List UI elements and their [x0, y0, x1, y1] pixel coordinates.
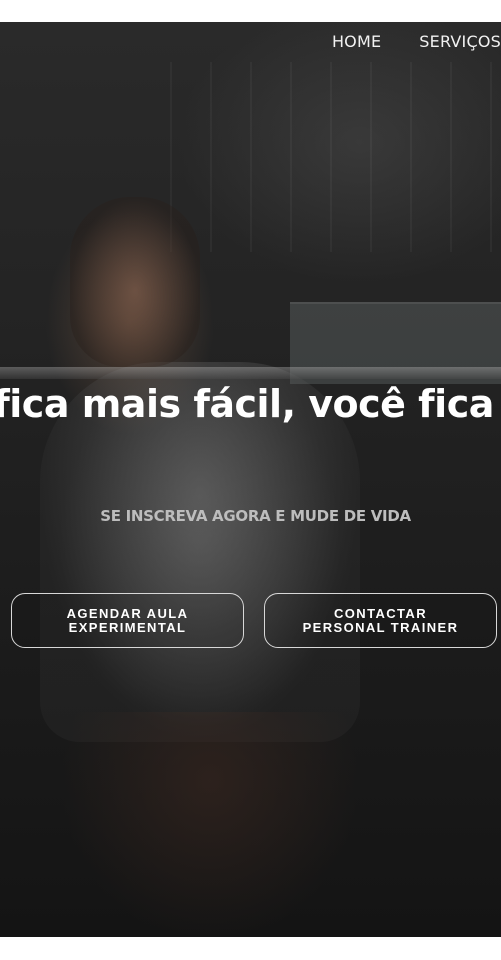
- hero-section: HOME SERVIÇOS ar não fica mais fácil, vo…: [0, 22, 501, 937]
- hero-background-athlete-head: [70, 197, 200, 367]
- hero-headline: ar não fica mais fácil, você fica melhor: [0, 382, 501, 426]
- main-nav: HOME SERVIÇOS: [332, 32, 501, 51]
- hero-background-athlete-legs: [60, 712, 360, 937]
- nav-item-servicos[interactable]: SERVIÇOS: [419, 32, 501, 51]
- hero-subtitle: SE INSCREVA AGORA E MUDE DE VIDA: [100, 507, 411, 525]
- book-trial-class-button[interactable]: AGENDAR AULA EXPERIMENTAL: [11, 593, 244, 648]
- contact-personal-trainer-button[interactable]: CONTACTAR PERSONAL TRAINER: [264, 593, 497, 648]
- hero-background-ceiling: [170, 62, 501, 252]
- nav-item-home[interactable]: HOME: [332, 32, 381, 51]
